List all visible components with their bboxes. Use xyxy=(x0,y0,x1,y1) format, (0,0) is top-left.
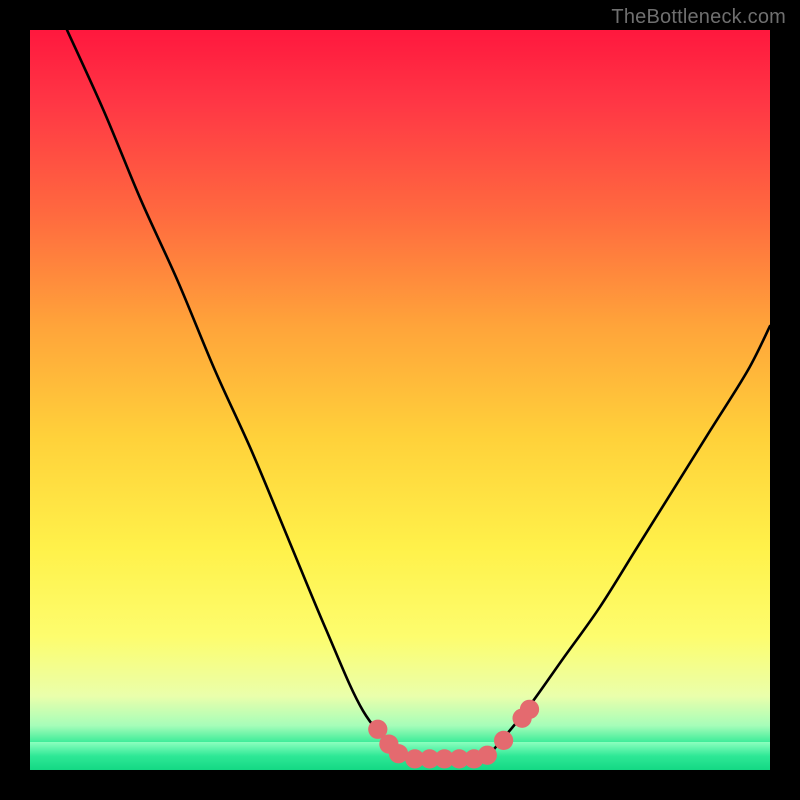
curve-marker xyxy=(389,744,408,763)
curve-marker xyxy=(494,731,513,750)
plot-area xyxy=(30,30,770,770)
curve-markers xyxy=(368,700,539,769)
watermark-text: TheBottleneck.com xyxy=(611,6,786,29)
bottleneck-curve xyxy=(67,30,770,759)
curve-layer xyxy=(30,30,770,770)
curve-marker xyxy=(478,746,497,765)
chart-frame: TheBottleneck.com xyxy=(0,0,800,800)
curve-marker xyxy=(520,700,539,719)
